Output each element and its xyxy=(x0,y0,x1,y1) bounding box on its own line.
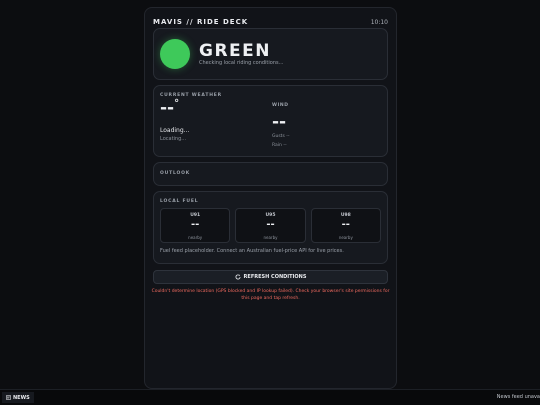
status-subtext: Checking local riding conditions... xyxy=(199,60,284,66)
status-indicator xyxy=(160,39,190,69)
news-button[interactable]: NEWS xyxy=(2,392,34,403)
app-title: MAVIS // RIDE DECK xyxy=(153,18,249,26)
refresh-button[interactable]: REFRESH CONDITIONS xyxy=(153,270,388,284)
rain: Rain -- xyxy=(272,143,287,148)
fuel-price: -- xyxy=(341,219,350,230)
wind-gusts: Gusts -- xyxy=(272,134,290,139)
refresh-label: REFRESH CONDITIONS xyxy=(243,274,307,280)
news-ticker: News feed unava xyxy=(496,394,540,400)
fuel-section-title: LOCAL FUEL xyxy=(160,199,199,204)
fuel-grade: U98 xyxy=(340,213,351,218)
clock: 10:10 xyxy=(370,18,388,26)
fuel-sub: nearby xyxy=(263,235,278,240)
bottom-news-bar: NEWS News feed unava xyxy=(0,389,540,405)
weather-description: Loading... xyxy=(160,127,190,134)
status-card: GREEN Checking local riding conditions..… xyxy=(153,28,388,80)
fuel-note: Fuel feed placeholder. Connect an Austra… xyxy=(160,248,344,254)
outlook-section-title: OUTLOOK xyxy=(160,171,190,176)
temperature-unit: ° xyxy=(174,98,180,109)
weather-card: CURRENT WEATHER --° Loading... Locating.… xyxy=(153,85,388,157)
app-panel: MAVIS // RIDE DECK 10:10 GREEN Checking … xyxy=(144,7,397,389)
fuel-card: LOCAL FUEL U91 -- nearby U95 -- nearby U… xyxy=(153,191,388,264)
wind-value: -- xyxy=(272,112,287,132)
status-word: GREEN xyxy=(199,41,271,61)
fuel-price: -- xyxy=(266,219,275,230)
wind-title: WIND xyxy=(272,103,289,108)
error-message: Couldn't determine location (GPS blocked… xyxy=(151,289,390,301)
fuel-item-u98: U98 -- nearby xyxy=(310,208,381,243)
fuel-grade: U95 xyxy=(265,213,276,218)
fuel-grade: U91 xyxy=(190,213,201,218)
fuel-item-u95: U95 -- nearby xyxy=(235,208,306,243)
weather-location: Locating... xyxy=(160,136,187,142)
fuel-sub: nearby xyxy=(338,235,353,240)
fuel-item-u91: U91 -- nearby xyxy=(160,208,231,243)
outlook-card: OUTLOOK xyxy=(153,162,388,186)
news-icon xyxy=(6,395,11,400)
fuel-sub: nearby xyxy=(188,235,203,240)
fuel-price: -- xyxy=(191,219,200,230)
temperature: --° xyxy=(160,98,179,118)
refresh-icon xyxy=(235,274,241,280)
fuel-grid: U91 -- nearby U95 -- nearby U98 -- nearb… xyxy=(160,208,381,243)
header: MAVIS // RIDE DECK 10:10 xyxy=(153,16,388,28)
temperature-value: -- xyxy=(160,98,175,118)
news-label: NEWS xyxy=(13,394,30,401)
